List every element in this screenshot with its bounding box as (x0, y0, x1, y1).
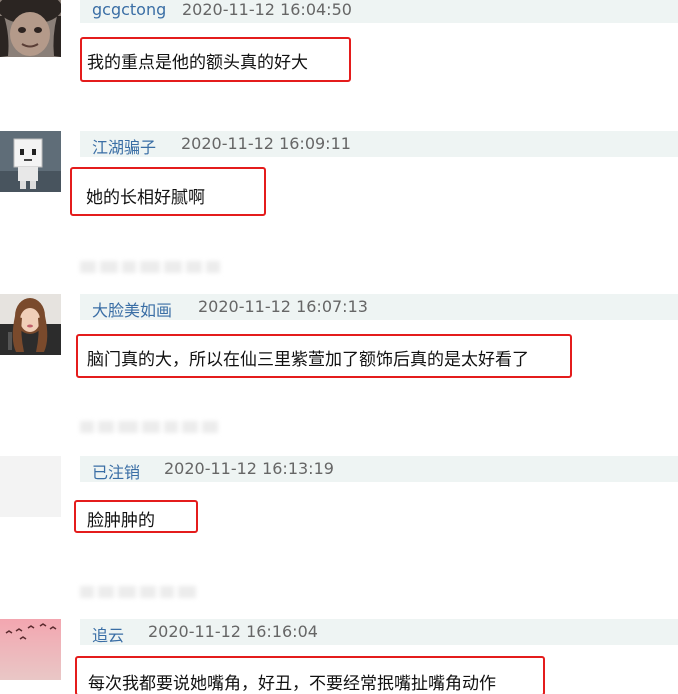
blank-avatar[interactable] (0, 456, 61, 517)
comment-item: 追云 2020-11-12 16:16:04 每次我都要说她嘴角，好丑，不要经常… (0, 619, 678, 694)
comment-item: 江湖骗子 2020-11-12 16:09:11 她的长相好腻啊 (0, 131, 678, 273)
username-link[interactable]: 已注销 (92, 459, 140, 483)
woman-portrait-avatar[interactable] (0, 294, 61, 355)
blurred-reply-placeholder (80, 258, 220, 276)
comment-item: 已注销 2020-11-12 16:13:19 脸肿肿的 (0, 456, 678, 598)
comment-text: 她的长相好腻啊 (86, 188, 205, 208)
username-link[interactable]: 大脸美如画 (92, 297, 172, 321)
comment-item: gcgctong 2020-11-12 16:04:50 我的重点是他的额头真的… (0, 0, 678, 95)
comment-header: 江湖骗子 2020-11-12 16:09:11 (80, 131, 678, 157)
timestamp: 2020-11-12 16:04:50 (182, 0, 352, 19)
timestamp: 2020-11-12 16:16:04 (148, 622, 318, 641)
comment-header: 已注销 2020-11-12 16:13:19 (80, 456, 678, 482)
comment-list: gcgctong 2020-11-12 16:04:50 我的重点是他的额头真的… (0, 0, 678, 694)
comment-header: gcgctong 2020-11-12 16:04:50 (80, 0, 678, 23)
comment-text: 我的重点是他的额头真的好大 (87, 53, 308, 73)
username-link[interactable]: gcgctong (92, 0, 166, 19)
timestamp: 2020-11-12 16:07:13 (198, 297, 368, 316)
comment-text: 脸肿肿的 (87, 511, 155, 531)
box-robot-avatar[interactable] (0, 131, 61, 192)
blurred-reply-placeholder (80, 418, 218, 436)
username-link[interactable]: 追云 (92, 622, 124, 646)
timestamp: 2020-11-12 16:09:11 (181, 134, 351, 153)
blurred-reply-placeholder (80, 583, 196, 601)
dark-hair-face-avatar[interactable] (0, 0, 61, 57)
pink-sky-birds-avatar[interactable] (0, 619, 61, 680)
username-link[interactable]: 江湖骗子 (92, 134, 156, 158)
comment-header: 追云 2020-11-12 16:16:04 (80, 619, 678, 645)
comment-header: 大脸美如画 2020-11-12 16:07:13 (80, 294, 678, 320)
timestamp: 2020-11-12 16:13:19 (164, 459, 334, 478)
comment-text: 每次我都要说她嘴角，好丑，不要经常抿嘴扯嘴角动作 (88, 674, 496, 694)
comment-item: 大脸美如画 2020-11-12 16:07:13 脑门真的大，所以在仙三里紫萱… (0, 294, 678, 433)
comment-text: 脑门真的大，所以在仙三里紫萱加了额饰后真的是太好看了 (87, 350, 529, 370)
